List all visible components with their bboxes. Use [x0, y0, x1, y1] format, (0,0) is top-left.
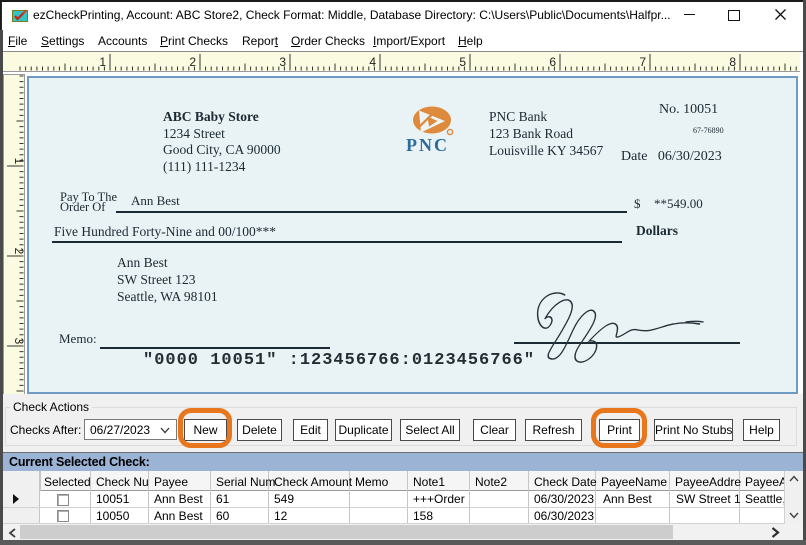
- svg-text:6: 6: [549, 55, 556, 69]
- svg-text:8: 8: [729, 55, 736, 69]
- svg-text:3: 3: [12, 338, 25, 345]
- svg-text:3: 3: [279, 55, 286, 69]
- svg-text:2: 2: [189, 55, 196, 69]
- svg-text:5: 5: [459, 55, 466, 69]
- svg-text:1: 1: [99, 55, 106, 69]
- svg-text:1: 1: [12, 158, 25, 165]
- svg-text:7: 7: [639, 55, 646, 69]
- svg-text:2: 2: [12, 248, 25, 255]
- svg-text:4: 4: [369, 55, 376, 69]
